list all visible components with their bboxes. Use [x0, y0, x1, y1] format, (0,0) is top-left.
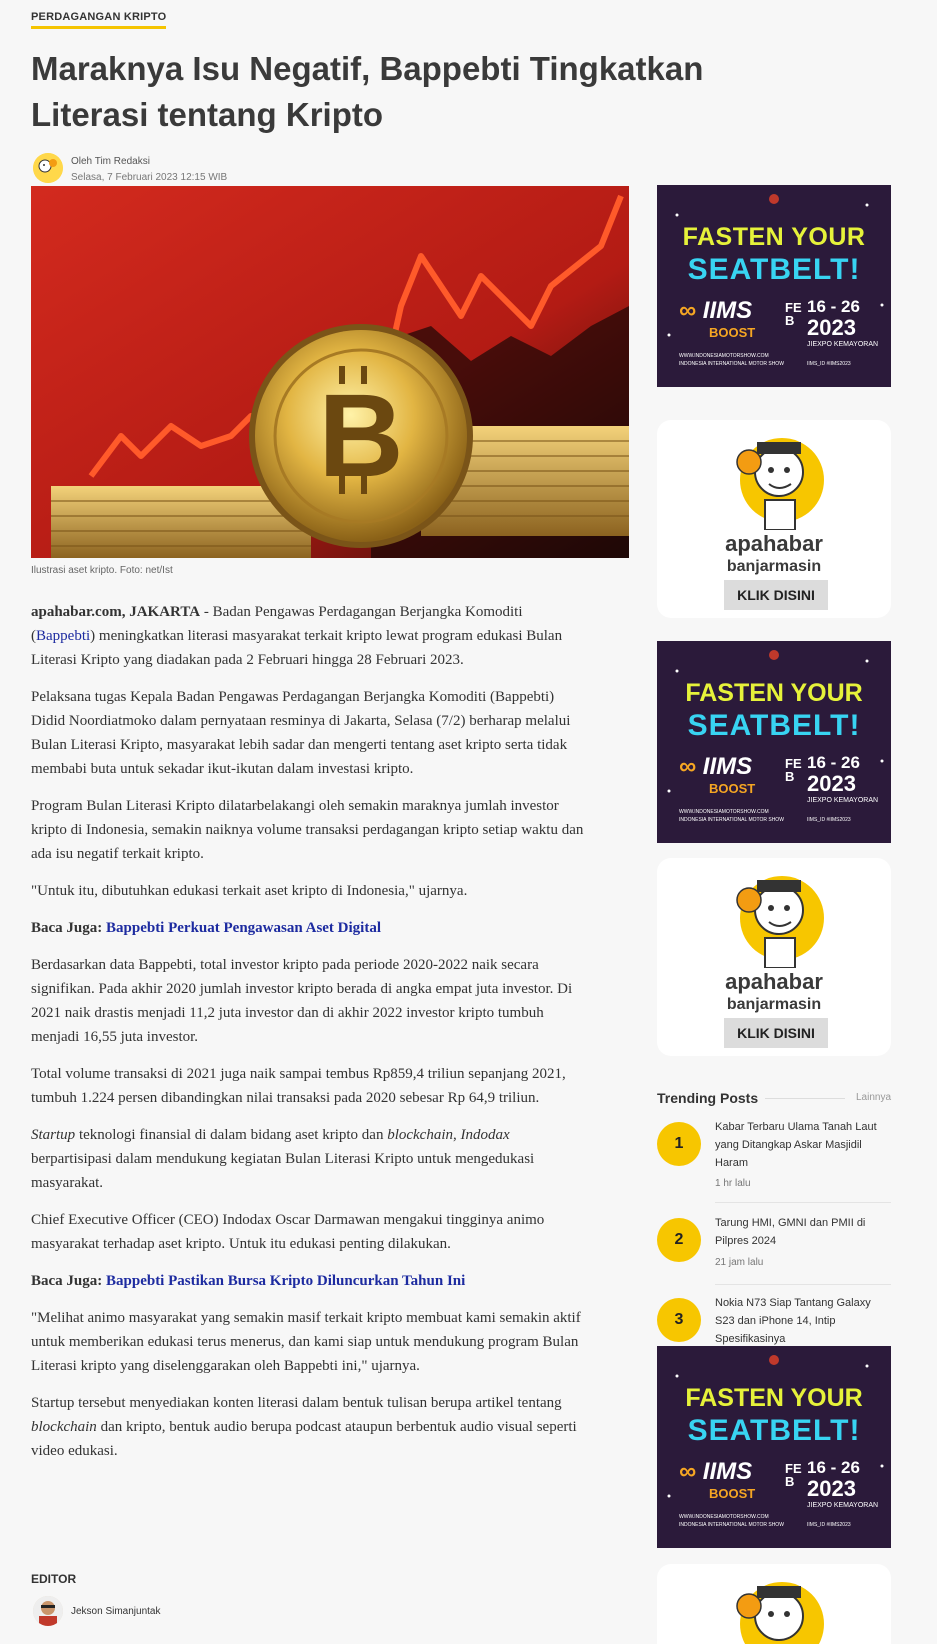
- apahabar-brand: apahabar: [725, 969, 823, 994]
- trend-separator: [715, 1284, 891, 1285]
- author-avatar: [33, 153, 63, 183]
- trending-heading: Trending Posts: [657, 1090, 759, 1106]
- klik-disini-button[interactable]: KLIK DISINI: [724, 1018, 828, 1048]
- ad-url: WWW.INDONESIAMOTORSHOW.COM: [679, 809, 769, 815]
- banjarmasin-brand: banjarmasin: [726, 558, 822, 575]
- author-name[interactable]: Oleh Tim Redaksi: [71, 156, 150, 167]
- ad-dates: 16 - 26: [807, 753, 860, 772]
- ad-apahabar-3[interactable]: [657, 1564, 891, 1644]
- ad-apahabar-2[interactable]: apahabar banjarmasin KLIK DISINI: [657, 858, 891, 1056]
- ad-footer: INDONESIA INTERNATIONAL MOTOR SHOW: [679, 361, 784, 367]
- page-title: Maraknya Isu Negatif, Bappebti Tingkatka…: [31, 50, 704, 133]
- paragraph-5: Berdasarkan data Bappebti, total investo…: [31, 957, 573, 1045]
- ad-venue: JIEXPO KEMAYORAN: [807, 341, 879, 348]
- ad-apahabar-1[interactable]: apahabar banjarmasin KLIK DISINI: [657, 420, 891, 618]
- paragraph-9: "Melihat animo masyarakat yang semakin m…: [31, 1310, 581, 1374]
- ad-year: 2023: [807, 1476, 856, 1501]
- paragraph-3: Program Bulan Literasi Kripto dilatarbel…: [31, 798, 584, 862]
- ad-headline-1: FASTEN YOUR: [685, 1384, 863, 1412]
- editor-avatar: [33, 1596, 63, 1626]
- read-also-1: Baca Juga: Bappebti Perkuat Pengawasan A…: [31, 920, 382, 936]
- read-also-2: Baca Juga: Bappebti Pastikan Bursa Kript…: [31, 1273, 466, 1289]
- image-caption: Ilustrasi aset kripto. Foto: net/Ist: [31, 565, 173, 576]
- iims-logo: ∞ IIMS: [679, 297, 753, 324]
- bappebti-tag-link[interactable]: Bappebti: [36, 628, 90, 644]
- ad-banner-iims-3[interactable]: FASTEN YOUR SEATBELT! ∞ IIMS BOOST FEB 1…: [657, 1346, 891, 1548]
- ad-month: FEB: [785, 300, 802, 328]
- ad-dates: 16 - 26: [807, 1458, 860, 1477]
- ad-handle: IIMS_ID #IIMS2023: [807, 361, 851, 367]
- paragraph-6: Total volume transaksi di 2021 juga naik…: [31, 1066, 566, 1106]
- paragraph-7: Startup teknologi finansial di dalam bid…: [31, 1127, 535, 1191]
- ad-url: WWW.INDONESIAMOTORSHOW.COM: [679, 353, 769, 359]
- ad-venue: JIEXPO KEMAYORAN: [807, 797, 879, 804]
- source-dateline: apahabar.com, JAKARTA: [31, 604, 201, 620]
- read-also-link-1[interactable]: Bappebti Perkuat Pengawasan Aset Digital: [106, 920, 381, 936]
- boost-logo: BOOST: [709, 325, 756, 340]
- trend-item-title-1[interactable]: Kabar Terbaru Ulama Tanah Laut yang Dita…: [715, 1118, 891, 1172]
- ad-banner-iims-2[interactable]: FASTEN YOUR SEATBELT! ∞ IIMS BOOST FEB 1…: [657, 641, 891, 843]
- trend-rank-badge: 2: [657, 1218, 701, 1262]
- article-body: apahabar.com, JAKARTA - Badan Pengawas P…: [31, 600, 589, 1476]
- paragraph-2: Pelaksana tugas Kepala Badan Pengawas Pe…: [31, 689, 571, 777]
- ad-year: 2023: [807, 771, 856, 796]
- boost-logo: BOOST: [709, 1486, 756, 1501]
- editor-label: EDITOR: [31, 1572, 77, 1586]
- boost-logo: BOOST: [709, 781, 756, 796]
- klik-disini-button[interactable]: KLIK DISINI: [724, 580, 828, 610]
- trend-item-time-1: 1 hr lalu: [715, 1178, 751, 1189]
- trend-item-title-2[interactable]: Tarung HMI, GMNI dan PMII di Pilpres 202…: [715, 1214, 891, 1250]
- ad-month: FEB: [785, 756, 802, 784]
- ad-headline-1: FASTEN YOUR: [685, 679, 863, 707]
- iims-logo: ∞ IIMS: [679, 1458, 753, 1485]
- ad-footer: INDONESIA INTERNATIONAL MOTOR SHOW: [679, 1522, 784, 1528]
- ad-headline-2: SEATBELT!: [687, 709, 861, 742]
- category-link[interactable]: PERDAGANGAN KRIPTO: [31, 11, 167, 29]
- ad-headline-2: SEATBELT!: [687, 253, 861, 286]
- ad-venue: JIEXPO KEMAYORAN: [807, 1502, 879, 1509]
- ad-handle: IIMS_ID #IIMS2023: [807, 1522, 851, 1528]
- trending-divider: [765, 1098, 845, 1099]
- paragraph-8: Chief Executive Officer (CEO) Indodax Os…: [31, 1212, 545, 1252]
- paragraph-4: "Untuk itu, dibutuhkan edukasi terkait a…: [31, 883, 468, 899]
- ad-month: FEB: [785, 1461, 802, 1489]
- ad-banner-iims-1[interactable]: FASTEN YOUR SEATBELT! ∞ IIMS BOOST FEB 1…: [657, 185, 891, 387]
- ad-headline-2: SEATBELT!: [687, 1414, 861, 1447]
- trend-item-time-2: 21 jam lalu: [715, 1257, 764, 1268]
- hero-image-bitcoin: B: [31, 186, 629, 558]
- banjarmasin-brand: banjarmasin: [726, 996, 822, 1013]
- read-also-link-2[interactable]: Bappebti Pastikan Bursa Kripto Diluncurk…: [106, 1273, 465, 1289]
- ad-handle: IIMS_ID #IIMS2023: [807, 817, 851, 823]
- ad-dates: 16 - 26: [807, 297, 860, 316]
- publish-date: Selasa, 7 Februari 2023 12:15 WIB: [71, 172, 228, 183]
- iims-logo: ∞ IIMS: [679, 753, 753, 780]
- ad-footer: INDONESIA INTERNATIONAL MOTOR SHOW: [679, 817, 784, 823]
- paragraph-10: Startup tersebut menyediakan konten lite…: [31, 1395, 577, 1459]
- ad-year: 2023: [807, 315, 856, 340]
- trend-item-title-3[interactable]: Nokia N73 Siap Tantang Galaxy S23 dan iP…: [715, 1294, 891, 1348]
- trending-more-link[interactable]: Lainnya: [856, 1092, 891, 1103]
- trend-rank-badge: 1: [657, 1122, 701, 1166]
- paragraph-1: apahabar.com, JAKARTA - Badan Pengawas P…: [31, 604, 563, 668]
- trend-rank-badge: 3: [657, 1298, 701, 1342]
- trend-separator: [715, 1202, 891, 1203]
- ad-headline-1: FASTEN YOUR: [682, 223, 866, 251]
- apahabar-brand: apahabar: [725, 531, 823, 556]
- ad-url: WWW.INDONESIAMOTORSHOW.COM: [679, 1514, 769, 1520]
- editor-name[interactable]: Jekson Simanjuntak: [71, 1606, 161, 1617]
